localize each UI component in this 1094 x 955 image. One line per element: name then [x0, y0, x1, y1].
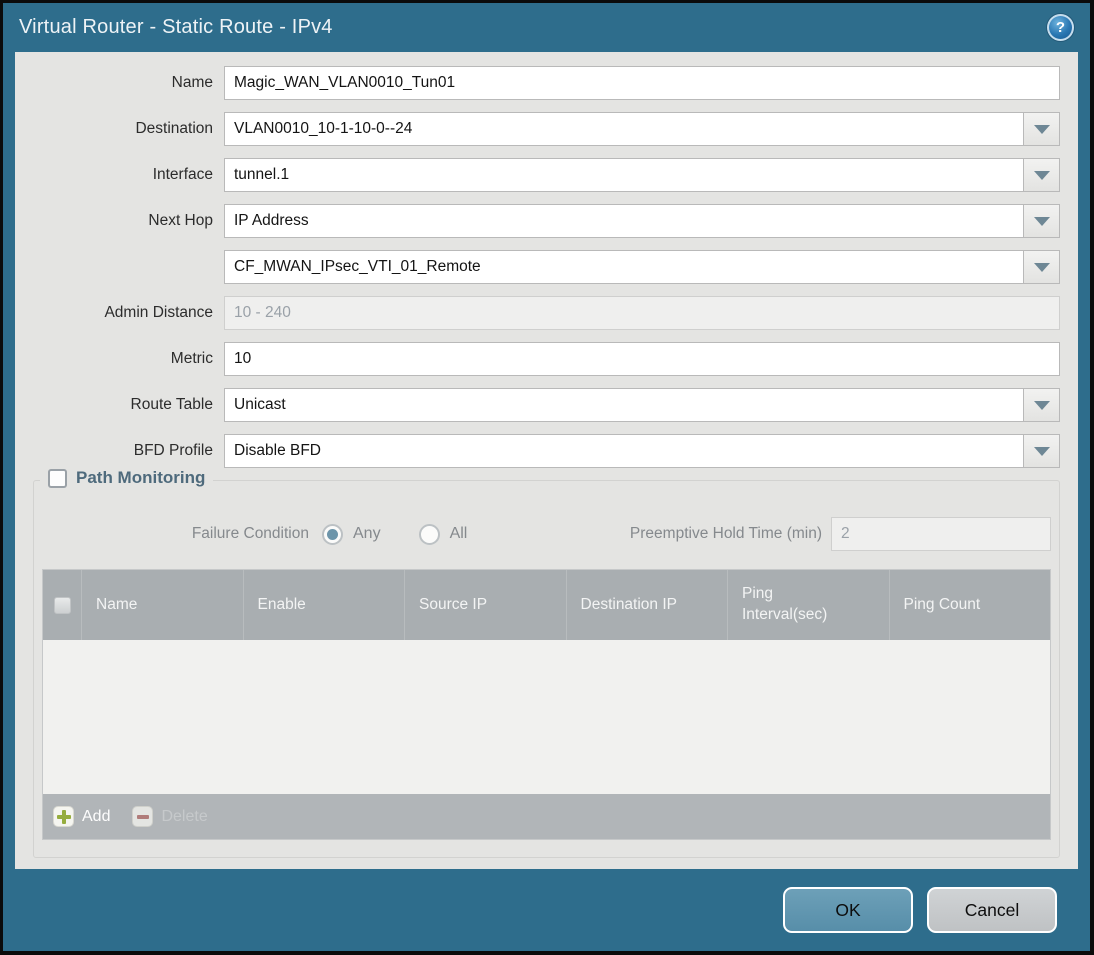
dialog-title: Virtual Router - Static Route - IPv4 — [19, 16, 333, 38]
next-hop-address-combobox: CF_MWAN_IPsec_VTI_01_Remote — [224, 250, 1060, 284]
path-monitoring-checkbox[interactable] — [48, 468, 67, 488]
next-hop-label: Next Hop — [148, 212, 213, 229]
bfd-profile-value[interactable]: Disable BFD — [224, 434, 1023, 468]
header-ping-count-label: Ping Count — [903, 595, 981, 613]
destination-value[interactable]: VLAN0010_10-1-10-0--24 — [224, 112, 1023, 146]
table-header-ping-count[interactable]: Ping Count — [888, 570, 1051, 640]
chevron-down-icon — [1033, 124, 1050, 134]
table-header-row: Name Enable Source IP Destination IP Pin… — [43, 570, 1050, 640]
interface-dropdown-button[interactable] — [1023, 158, 1060, 192]
table-header-source-ip[interactable]: Source IP — [404, 570, 566, 640]
header-name-label: Name — [96, 595, 138, 613]
form-row-name: Name — [33, 66, 1060, 100]
form-row-interface: Interface tunnel.1 — [33, 158, 1060, 192]
delete-minus-icon — [132, 806, 154, 827]
path-monitoring-table: Name Enable Source IP Destination IP Pin… — [42, 569, 1051, 794]
radio-any[interactable] — [322, 523, 343, 545]
table-toolbar: Add Delete — [42, 794, 1051, 840]
form-row-metric: Metric — [33, 342, 1060, 376]
destination-combobox: VLAN0010_10-1-10-0--24 — [224, 112, 1060, 146]
radio-any-label: Any — [353, 525, 381, 542]
select-all-checkbox[interactable] — [53, 596, 71, 614]
path-monitoring-group: Path Monitoring Failure Condition Any Al… — [33, 468, 1060, 858]
header-destination-ip-label: Destination IP — [580, 595, 678, 613]
form-row-route-table: Route Table Unicast — [33, 388, 1060, 422]
chevron-down-icon — [1033, 216, 1050, 226]
path-monitoring-legend: Path Monitoring — [40, 468, 214, 488]
delete-button-label: Delete — [161, 807, 208, 825]
form-row-destination: Destination VLAN0010_10-1-10-0--24 — [33, 112, 1060, 146]
metric-input[interactable] — [224, 342, 1060, 376]
add-button-label: Add — [82, 807, 111, 825]
preemptive-hold-time-input[interactable] — [831, 517, 1051, 551]
interface-value[interactable]: tunnel.1 — [224, 158, 1023, 192]
destination-label: Destination — [135, 120, 213, 137]
route-table-combobox: Unicast — [224, 388, 1060, 422]
cancel-button[interactable]: Cancel — [927, 887, 1057, 933]
chevron-down-icon — [1033, 262, 1050, 272]
chevron-down-icon — [1033, 400, 1050, 410]
form-row-next-hop-address: CF_MWAN_IPsec_VTI_01_Remote — [33, 250, 1060, 284]
form-row-bfd-profile: BFD Profile Disable BFD — [33, 434, 1060, 468]
table-body-empty — [43, 640, 1050, 794]
interface-combobox: tunnel.1 — [224, 158, 1060, 192]
name-input[interactable] — [224, 66, 1060, 100]
help-icon-glyph: ? — [1055, 19, 1066, 36]
header-enable-label: Enable — [257, 595, 306, 613]
next-hop-dropdown-button[interactable] — [1023, 204, 1060, 238]
route-table-value[interactable]: Unicast — [224, 388, 1023, 422]
chevron-down-icon — [1033, 446, 1050, 456]
table-header-ping-interval[interactable]: Ping Interval(sec) — [727, 570, 889, 640]
next-hop-address-dropdown-button[interactable] — [1023, 250, 1060, 284]
titlebar: Virtual Router - Static Route - IPv4 ? — [3, 3, 1090, 52]
destination-dropdown-button[interactable] — [1023, 112, 1060, 146]
dialog-frame: Virtual Router - Static Route - IPv4 ? N… — [3, 3, 1090, 951]
table-header-select-all — [43, 570, 81, 640]
route-table-label: Route Table — [130, 396, 213, 413]
table-header-name[interactable]: Name — [81, 570, 243, 640]
dialog-footer: OK Cancel — [3, 869, 1090, 951]
dialog-window: Virtual Router - Static Route - IPv4 ? N… — [0, 0, 1094, 955]
failure-condition-radio-group: Any All — [322, 523, 468, 545]
chevron-down-icon — [1033, 170, 1050, 180]
metric-label: Metric — [170, 350, 213, 367]
next-hop-value[interactable]: IP Address — [224, 204, 1023, 238]
form-row-next-hop: Next Hop IP Address — [33, 204, 1060, 238]
add-button[interactable]: Add — [53, 806, 110, 827]
interface-label: Interface — [152, 166, 213, 183]
next-hop-combobox: IP Address — [224, 204, 1060, 238]
admin-distance-label: Admin Distance — [104, 304, 213, 321]
next-hop-address-value[interactable]: CF_MWAN_IPsec_VTI_01_Remote — [224, 250, 1023, 284]
table-header-enable[interactable]: Enable — [242, 570, 405, 640]
path-monitoring-label: Path Monitoring — [76, 468, 206, 487]
dialog-content: Name Destination VLAN0010_10-1-10-0--24 … — [15, 52, 1078, 869]
bfd-profile-dropdown-button[interactable] — [1023, 434, 1060, 468]
bfd-profile-combobox: Disable BFD — [224, 434, 1060, 468]
name-label: Name — [171, 74, 213, 91]
header-source-ip-label: Source IP — [419, 595, 488, 613]
form-row-admin-distance: Admin Distance — [33, 296, 1060, 330]
failure-condition-row: Failure Condition Any All Preemptive Hol… — [42, 517, 1051, 551]
radio-any-selected-dot — [327, 528, 338, 540]
route-table-dropdown-button[interactable] — [1023, 388, 1060, 422]
help-icon[interactable]: ? — [1047, 14, 1074, 41]
bfd-profile-label: BFD Profile — [133, 442, 213, 459]
preemptive-hold-time-label: Preemptive Hold Time (min) — [629, 525, 822, 542]
delete-button[interactable]: Delete — [132, 806, 208, 827]
add-plus-icon — [53, 806, 74, 827]
failure-condition-label: Failure Condition — [191, 525, 309, 542]
ok-button[interactable]: OK — [783, 887, 913, 933]
header-ping-interval-label: Ping Interval(sec) — [742, 585, 828, 623]
admin-distance-input[interactable] — [224, 296, 1060, 330]
table-header-destination-ip[interactable]: Destination IP — [565, 570, 728, 640]
radio-all-label: All — [449, 525, 468, 542]
radio-all[interactable] — [418, 523, 440, 545]
